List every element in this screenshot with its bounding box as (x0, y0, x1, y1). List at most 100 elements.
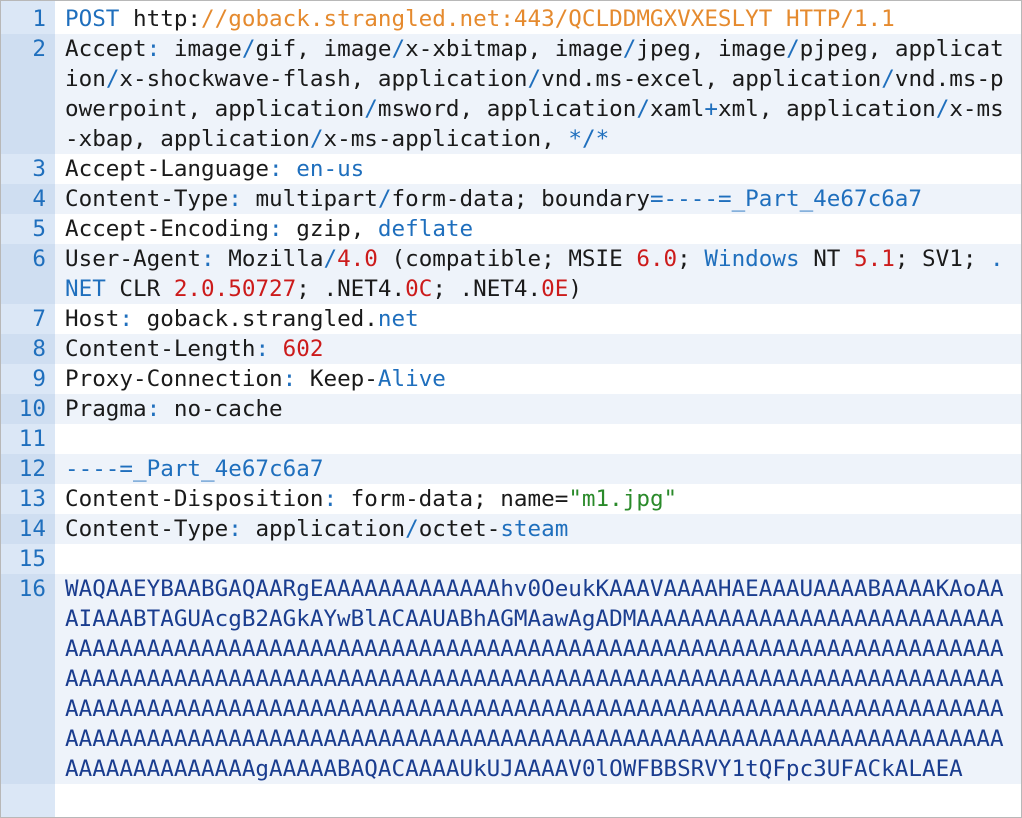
code-token: 6.0 (636, 246, 678, 272)
code-token: goback.strangled. (146, 306, 378, 332)
code-token: CLR (105, 276, 174, 302)
code-token: / (935, 96, 950, 122)
line-text: POST http://goback.strangled.net:443/QCL… (55, 4, 1021, 34)
code-token: pjpeg (799, 36, 868, 62)
code-token: : (146, 36, 174, 62)
code-line: 4 Content-Type: multipart/form-data; boun… (1, 184, 1021, 214)
code-token: 5.1 (854, 246, 895, 272)
code-token: =----=_Part_4e67c6a7 (649, 186, 923, 212)
line-number: 1 (1, 4, 55, 34)
code-token: : (146, 396, 174, 422)
code-token: Windows (704, 246, 800, 272)
code-token: x-ms-application (323, 126, 542, 152)
code-token: (compatible; MSIE (377, 246, 637, 272)
code-token: Keep- (309, 366, 378, 392)
code-line: 3 Accept-Language: en-us (1, 154, 1021, 184)
code-token: application (214, 96, 365, 122)
line-number: 5 (1, 214, 55, 244)
code-token: en-us (296, 156, 365, 182)
code-token: image (554, 36, 623, 62)
code-line: 6 User-Agent: Mozilla/4.0 (compatible; MS… (1, 244, 1021, 304)
line-text (55, 424, 1021, 454)
code-token: User-Agent (65, 246, 202, 272)
code-token: net (377, 306, 419, 332)
line-number: 14 (1, 514, 55, 544)
code-token: , (867, 36, 895, 62)
code-listing: 1 POST http://goback.strangled.net:443/QC… (1, 4, 1021, 784)
code-token: : (228, 186, 256, 212)
line-number: 4 (1, 184, 55, 214)
code-token: : (269, 216, 297, 242)
code-token: application (160, 126, 310, 152)
code-token: no-cache (173, 396, 283, 422)
code-token: / (786, 36, 800, 62)
line-number: 13 (1, 484, 55, 514)
code-token: image (718, 36, 787, 62)
line-number: 3 (1, 154, 55, 184)
code-line: 7 Host: goback.strangled.net (1, 304, 1021, 334)
code-token: , (541, 126, 569, 152)
code-token: / (309, 126, 324, 152)
code-token: 0C (405, 276, 433, 302)
code-token: , (758, 96, 787, 122)
code-token: */* (568, 126, 610, 152)
code-token: application (255, 516, 406, 542)
code-token: ----=_Part_4e67c6a7 (65, 456, 324, 482)
line-number: 9 (1, 364, 55, 394)
code-token: Content-Type (65, 186, 229, 212)
line-text: Host: goback.strangled.net (55, 304, 1021, 334)
code-token: jpeg (636, 36, 691, 62)
code-token: octet- (418, 516, 501, 542)
line-text: Proxy-Connection: Keep-Alive (55, 364, 1021, 394)
code-token: : (201, 246, 229, 272)
code-token: xml (718, 96, 759, 122)
code-line: 15 (1, 544, 1021, 574)
code-token: / (377, 186, 392, 212)
code-line: 1 POST http://goback.strangled.net:443/QC… (1, 4, 1021, 34)
code-token: x-xbitmap (405, 36, 528, 62)
code-token: / (105, 66, 120, 92)
code-token: Host (65, 306, 120, 332)
code-token: : (323, 486, 351, 512)
line-text: WAQAAEYBAABGAQAARgEAAAAAAAAAAAAAhv0OeukK… (55, 574, 1021, 784)
code-viewer: 1 POST http://goback.strangled.net:443/QC… (0, 0, 1022, 818)
code-token: application (486, 96, 637, 122)
code-token: Accept (65, 36, 147, 62)
code-token: gif (255, 36, 297, 62)
code-token: application (786, 96, 936, 122)
code-token: / (527, 66, 542, 92)
code-token: : (282, 366, 310, 392)
code-token: Content-Disposition (65, 486, 324, 512)
line-number: 15 (1, 544, 55, 574)
code-token: 0E (541, 276, 569, 302)
code-token: / (323, 246, 338, 272)
code-token: WAQAAEYBAABGAQAARgEAAAAAAAAAAAAAhv0OeukK… (65, 576, 1004, 782)
line-text: Content-Type: application/octet-steam (55, 514, 1021, 544)
code-token: : (269, 156, 297, 182)
code-token: / (241, 36, 256, 62)
code-token: , (296, 36, 324, 62)
code-token: NT (799, 246, 855, 272)
code-token: application (377, 66, 528, 92)
code-token: multipart (255, 186, 378, 212)
line-number: 2 (1, 34, 55, 154)
code-token: / (364, 96, 378, 122)
line-text: Content-Length: 602 (55, 334, 1021, 364)
code-token: //goback.strangled.net:443/QCLDDMGXVXESL… (201, 6, 895, 32)
code-token: + (704, 96, 719, 122)
line-number: 16 (1, 574, 55, 784)
code-line: 9 Proxy-Connection: Keep-Alive (1, 364, 1021, 394)
line-text: Accept-Encoding: gzip, deflate (55, 214, 1021, 244)
line-number: 7 (1, 304, 55, 334)
code-token: Proxy-Connection (65, 366, 283, 392)
line-text: Pragma: no-cache (55, 394, 1021, 424)
line-text: Accept-Language: en-us (55, 154, 1021, 184)
code-token: / (622, 36, 637, 62)
code-token: POST (65, 6, 134, 32)
code-token: ; .NET4. (432, 276, 542, 302)
code-token: Accept-Encoding (65, 216, 270, 242)
code-token: : (255, 336, 283, 362)
line-number: 11 (1, 424, 55, 454)
code-token: ) (568, 276, 582, 302)
code-token: Content-Length (65, 336, 256, 362)
